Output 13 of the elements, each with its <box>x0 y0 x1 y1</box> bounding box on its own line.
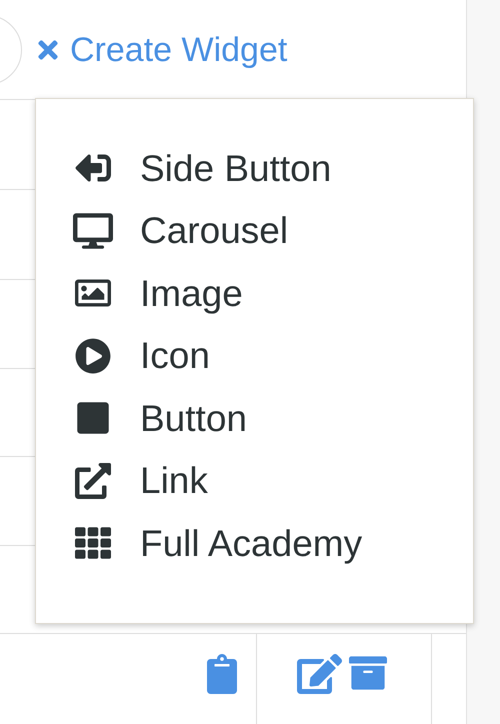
external-link-icon <box>73 462 113 499</box>
menu-item[interactable]: Link <box>36 450 473 512</box>
grid-icon <box>73 525 113 562</box>
monitor-icon <box>73 212 113 249</box>
menu-item[interactable]: Side Button <box>36 137 473 200</box>
menu-item[interactable]: Icon <box>36 324 473 387</box>
edit-icon[interactable] <box>297 654 342 694</box>
archive-icon[interactable] <box>348 654 388 692</box>
menu-item[interactable]: Carousel <box>36 200 473 262</box>
clipboard-icon[interactable] <box>206 654 238 694</box>
menu-item[interactable]: Full Academy <box>36 512 473 574</box>
menu-item[interactable]: Button <box>36 387 473 450</box>
menu-item[interactable]: Image <box>36 262 473 324</box>
